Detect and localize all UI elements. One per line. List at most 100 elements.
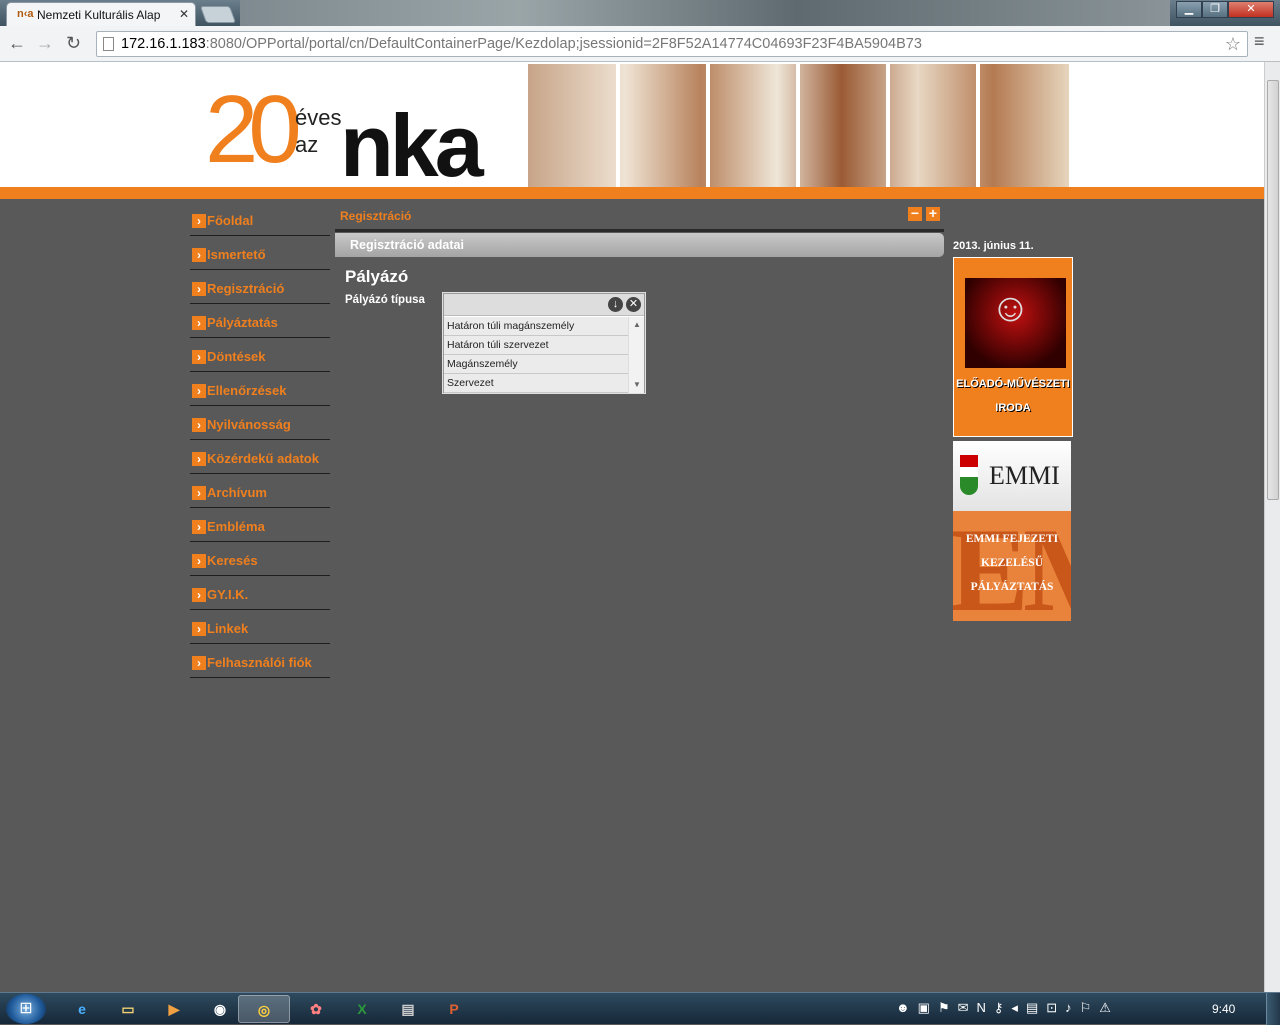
window-titlebar: n‹a Nemzeti Kulturális Alap ✕ ▁ ❐ ✕	[0, 0, 1280, 26]
arrow-icon: ›	[192, 350, 206, 364]
page-title: Pályázó	[345, 267, 409, 286]
sidebar-item-dontesek[interactable]: › Döntések	[190, 338, 330, 372]
address-bar[interactable]: 172.16.1.183:8080/OPPortal/portal/cn/Def…	[96, 31, 1248, 57]
new-tab-button[interactable]	[199, 6, 237, 23]
sidebar-nav: › Főoldal › Ismertető › Regisztráció › Pályá…	[190, 202, 330, 678]
explorer-folder-icon[interactable]: ▭	[102, 995, 154, 1023]
tab-favicon-icon: n‹a	[17, 8, 34, 20]
back-arrow-icon[interactable]: ←	[8, 33, 26, 54]
arrow-icon: ›	[192, 622, 206, 636]
titlebar-background	[240, 0, 1170, 26]
page-icon	[103, 37, 114, 51]
sidebar-item-fooldal[interactable]: › Főoldal	[190, 202, 330, 236]
clock[interactable]: 9:40	[1212, 1002, 1235, 1016]
sidebar-item-nyilvanossag[interactable]: › Nyilvánosság	[190, 406, 330, 440]
powerpoint-icon[interactable]: P	[428, 995, 480, 1023]
dropdown-option[interactable]: Határon túli szervezet	[444, 336, 628, 355]
banner3-line1: EMMI FEJEZETI	[965, 533, 1059, 545]
section-divider	[335, 229, 944, 232]
arrow-icon: ›	[192, 282, 206, 296]
sidebar-item-kereses[interactable]: › Keresés	[190, 542, 330, 576]
dropdown-input[interactable]: ↓ ✕	[444, 294, 644, 316]
show-desktop-button[interactable]	[1266, 993, 1280, 1025]
excel-icon[interactable]: X	[336, 995, 388, 1023]
banner3-line3: PÁLYÁZTATÁS	[970, 581, 1054, 593]
arrow-icon: ›	[192, 452, 206, 466]
arrow-icon: ›	[192, 486, 206, 500]
window-controls: ▁ ❐ ✕	[1176, 1, 1274, 19]
sidebar-item-ellenorzesek[interactable]: › Ellenőrzések	[190, 372, 330, 406]
header-building-photo	[528, 64, 1069, 199]
maximize-button[interactable]: ❐	[1202, 1, 1228, 18]
system-tray[interactable]: ☻▣⚑✉N⚷◂▤⊡♪⚐⚠	[896, 1000, 1119, 1016]
chrome-icon[interactable]: ◎	[238, 995, 290, 1023]
app-icon[interactable]: ✿	[290, 995, 342, 1023]
logo-nka[interactable]: nka	[340, 102, 484, 190]
collapse-icon[interactable]: −	[908, 206, 922, 221]
banner-emmi[interactable]: EMMI	[953, 441, 1071, 511]
tab-close-icon[interactable]: ✕	[179, 7, 189, 21]
dropdown-arrow-icon[interactable]: ↓	[608, 297, 623, 312]
bookmark-star-icon[interactable]: ☆	[1225, 32, 1241, 56]
arrow-icon: ›	[192, 520, 206, 534]
close-window-button[interactable]: ✕	[1228, 1, 1274, 18]
dropdown-scrollbar[interactable]: ▲ ▼	[628, 317, 644, 393]
sidebar-item-label: Főoldal	[207, 213, 254, 228]
palyazo-tipusa-dropdown[interactable]: ↓ ✕ Határon túli magánszemély Határon tú…	[443, 293, 645, 393]
sidebar-item-kozerdeku-adatok[interactable]: › Közérdekű adatok	[190, 440, 330, 474]
banner-eloado-muveszeti-iroda[interactable]: ☺ ELŐADÓ-MŰVÉSZETI IRODA	[953, 257, 1073, 437]
forward-arrow-icon[interactable]: →	[36, 33, 54, 54]
page-content: 20 éves az nka › Főoldal › Ismertető › Regi…	[0, 62, 1264, 992]
browser-tab[interactable]: n‹a Nemzeti Kulturális Alap ✕	[6, 2, 196, 26]
sidebar-item-linkek[interactable]: › Linkek	[190, 610, 330, 644]
sidebar-item-label: Archívum	[207, 485, 267, 500]
url-path: :8080/OPPortal/portal/cn/DefaultContaine…	[205, 36, 922, 52]
notepad-icon[interactable]: ▤	[382, 995, 434, 1023]
site-header: 20 éves az nka	[0, 62, 1264, 199]
sidebar-item-label: Keresés	[207, 553, 258, 568]
sidebar-item-felhasznaloi-fiok[interactable]: › Felhasználói fiók	[190, 644, 330, 678]
dropdown-option[interactable]: Magánszemély	[444, 355, 628, 374]
ie-icon[interactable]: e	[56, 995, 108, 1023]
emmi-title: EMMI	[989, 461, 1060, 490]
banner3-line2: KEZELÉSŰ	[981, 557, 1043, 569]
reload-icon[interactable]: ↻	[66, 33, 81, 54]
dropdown-option[interactable]: Szervezet	[444, 374, 628, 393]
expand-icon[interactable]: +	[926, 206, 940, 221]
scroll-up-icon[interactable]: ▲	[633, 320, 641, 329]
scrollbar-thumb[interactable]	[1267, 80, 1279, 500]
sidebar-item-archivum[interactable]: › Archívum	[190, 474, 330, 508]
sidebar-item-regisztracio[interactable]: › Regisztráció	[190, 270, 330, 304]
sidebar-item-label: GY.I.K.	[207, 587, 249, 602]
minimize-button[interactable]: ▁	[1176, 1, 1202, 18]
page-scrollbar[interactable]	[1264, 62, 1280, 992]
sidebar-item-label: Embléma	[207, 519, 265, 534]
breadcrumb[interactable]: Regisztráció	[340, 209, 411, 223]
browser-toolbar: ← → ↻ 172.16.1.183:8080/OPPortal/portal/…	[0, 26, 1280, 62]
field-label-palyazo-tipusa: Pályázó típusa	[345, 294, 425, 306]
sidebar-item-label: Linkek	[207, 621, 249, 636]
sidebar-item-gyik[interactable]: › GY.I.K.	[190, 576, 330, 610]
dropdown-option[interactable]: Határon túli magánszemély	[444, 317, 628, 336]
section-header: Regisztráció adatai	[335, 233, 944, 257]
sidebar-item-label: Felhasználói fiók	[207, 655, 312, 670]
sidebar-item-emblema[interactable]: › Embléma	[190, 508, 330, 542]
wrench-menu-icon[interactable]: ≡	[1254, 31, 1265, 52]
media-player-icon[interactable]: ▶	[148, 995, 200, 1023]
arrow-icon: ›	[192, 316, 206, 330]
current-date: 2013. június 11.	[953, 240, 1034, 252]
clear-icon[interactable]: ✕	[626, 297, 641, 312]
logo-az: az	[295, 132, 319, 157]
windows-taskbar: ⊞ e ▭ ▶ ◉ ◎ ✿ X ▤ P ☻▣⚑✉N⚷◂▤⊡♪⚐⚠ 9:40	[0, 992, 1280, 1025]
start-button[interactable]: ⊞	[6, 994, 46, 1024]
sidebar-item-ismerteto[interactable]: › Ismertető	[190, 236, 330, 270]
logo-eves: éves	[295, 105, 342, 130]
sidebar-item-palyaztatas[interactable]: › Pályáztatás	[190, 304, 330, 338]
theatre-mask-icon: ☺	[990, 286, 1031, 330]
header-orange-bar	[0, 187, 1264, 199]
arrow-icon: ›	[192, 248, 206, 262]
banner-emmi-palyaztatas[interactable]: EM EMMI FEJEZETI KEZELÉSŰ PÁLYÁZTATÁS	[953, 511, 1071, 621]
logo-20[interactable]: 20	[205, 82, 302, 178]
sidebar-item-label: Közérdekű adatok	[207, 451, 319, 466]
scroll-down-icon[interactable]: ▼	[633, 380, 641, 389]
